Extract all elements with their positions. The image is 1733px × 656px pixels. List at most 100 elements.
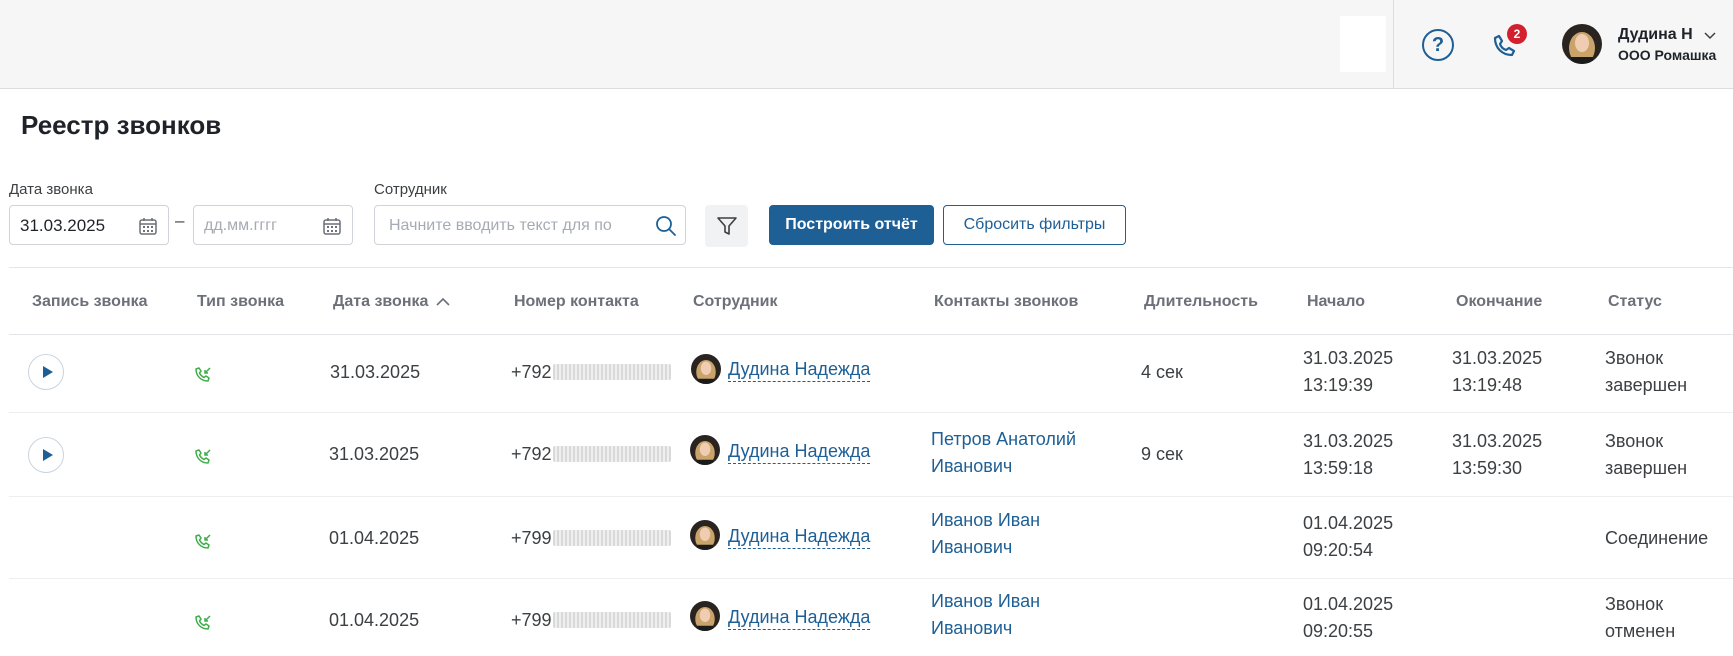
call-start: 01.04.2025 09:20:54 — [1303, 510, 1393, 564]
call-start: 31.03.2025 13:59:18 — [1303, 428, 1393, 482]
column-header-end: Окончание — [1456, 293, 1543, 310]
call-status: Звонок завершен — [1605, 428, 1687, 482]
date-to-input[interactable]: дд.мм.гггг — [193, 205, 353, 245]
page-title: Реестр звонков — [21, 110, 222, 140]
table-row: 31.03.2025 +792 Дудина Надежда 4 сек 31.… — [9, 335, 1733, 413]
play-recording-button[interactable] — [28, 354, 64, 390]
reset-filters-button[interactable]: Сбросить фильтры — [943, 205, 1126, 245]
contact-number-prefix: +792 — [511, 444, 552, 464]
column-header-duration: Длительность — [1144, 293, 1258, 310]
play-recording-button[interactable] — [28, 437, 64, 473]
table-row: 01.04.2025 +799 Дудина Надежда Иванов Ив… — [9, 497, 1733, 579]
user-organization: ООО Ромашка — [1618, 47, 1717, 63]
user-name[interactable]: Дудина Н — [1618, 26, 1693, 44]
call-end-time: 13:59:30 — [1452, 458, 1523, 478]
call-start-time: 09:20:54 — [1303, 540, 1374, 560]
header-divider — [1393, 0, 1394, 88]
call-contact-line1: Иванов Иван — [931, 510, 1041, 530]
call-status-line1: Звонок — [1605, 594, 1664, 614]
call-contact-link[interactable]: Иванов Иван Иванович — [931, 507, 1040, 561]
date-to-placeholder: дд.мм.гггг — [204, 217, 277, 234]
header-blank-area — [1340, 16, 1386, 72]
employee-avatar — [690, 435, 720, 465]
call-contact-line2: Иванович — [931, 537, 1013, 557]
build-report-button[interactable]: Построить отчёт — [769, 205, 934, 245]
chevron-down-icon[interactable] — [1704, 31, 1716, 41]
column-header-call-type: Тип звонка — [197, 293, 285, 310]
call-date: 01.04.2025 — [329, 610, 420, 630]
column-header-call-date[interactable]: Дата звонка — [333, 293, 450, 311]
call-contact-link[interactable]: Иванов Иван Иванович — [931, 588, 1040, 642]
notification-badge: 2 — [1507, 24, 1527, 44]
call-contact-line2: Иванович — [931, 456, 1013, 476]
employee-search-placeholder: Начните вводить текст для по — [389, 217, 612, 234]
call-start-time: 13:19:39 — [1303, 375, 1374, 395]
date-filter-label: Дата звонка — [9, 181, 93, 198]
call-status: Соединение — [1605, 528, 1709, 548]
call-status: Звонок отменен — [1605, 591, 1675, 645]
call-status: Звонок завершен — [1605, 345, 1687, 399]
call-date: 01.04.2025 — [329, 528, 420, 548]
column-header-call-contacts: Контакты звонков — [934, 293, 1079, 310]
funnel-icon — [717, 217, 737, 235]
table-row: 01.04.2025 +799 Дудина Надежда Иванов Ив… — [9, 579, 1733, 656]
call-contact-line2: Иванович — [931, 618, 1013, 638]
column-header-contact-number: Номер контакта — [514, 293, 639, 310]
call-status-line1: Звонок — [1605, 348, 1664, 368]
contact-number: +799 — [511, 525, 671, 552]
employee-avatar — [690, 520, 720, 550]
date-from-input[interactable]: 31.03.2025 — [9, 205, 169, 245]
employee-link[interactable]: Дудина Надежда — [728, 524, 871, 549]
contact-number-prefix: +799 — [511, 610, 552, 630]
call-date: 31.03.2025 — [329, 444, 420, 464]
masked-digits — [552, 364, 671, 380]
table-top-divider — [9, 267, 1733, 268]
call-start-date: 01.04.2025 — [1303, 594, 1394, 614]
call-end: 31.03.2025 13:59:30 — [1452, 428, 1542, 482]
play-icon — [43, 366, 53, 378]
employee-avatar — [690, 601, 720, 631]
contact-number: +799 — [511, 607, 671, 634]
contact-number: +792 — [511, 359, 671, 386]
help-button[interactable]: ? — [1422, 29, 1454, 61]
contact-number-prefix: +799 — [511, 528, 552, 548]
calendar-icon[interactable] — [322, 216, 342, 236]
employee-filter-label: Сотрудник — [374, 181, 447, 198]
column-header-recording: Запись звонка — [32, 293, 148, 310]
employee-link[interactable]: Дудина Надежда — [728, 605, 871, 630]
incoming-call-icon — [195, 367, 211, 382]
play-icon — [43, 449, 53, 461]
call-contact-line1: Иванов Иван — [931, 591, 1041, 611]
employee-avatar — [691, 354, 721, 384]
call-status-line1: Звонок — [1605, 431, 1664, 451]
call-start-date: 31.03.2025 — [1303, 431, 1394, 451]
call-start: 31.03.2025 13:19:39 — [1303, 345, 1393, 399]
masked-digits — [552, 530, 671, 546]
calendar-icon[interactable] — [138, 216, 158, 236]
call-status-line2: отменен — [1605, 621, 1676, 641]
employee-link[interactable]: Дудина Надежда — [728, 439, 871, 464]
masked-digits — [552, 446, 671, 462]
question-circle-icon: ? — [1431, 34, 1445, 56]
column-header-status: Статус — [1608, 293, 1662, 310]
sort-asc-icon — [436, 297, 450, 306]
call-start-date: 31.03.2025 — [1303, 348, 1394, 368]
avatar[interactable] — [1562, 24, 1602, 64]
contact-number-prefix: +792 — [511, 362, 552, 382]
table-row: 31.03.2025 +792 Дудина Надежда Петров Ан… — [9, 413, 1733, 497]
date-range-separator: – — [175, 211, 185, 230]
masked-digits — [552, 612, 671, 628]
date-from-value: 31.03.2025 — [20, 216, 106, 235]
call-end-date: 31.03.2025 — [1452, 431, 1543, 451]
employee-search-input[interactable]: Начните вводить текст для по — [374, 205, 686, 245]
call-status-line2: завершен — [1605, 458, 1688, 478]
call-duration: 9 сек — [1141, 444, 1183, 464]
call-contact-link[interactable]: Петров Анатолий Иванович — [931, 426, 1076, 480]
contact-number: +792 — [511, 441, 671, 468]
search-icon[interactable] — [655, 215, 677, 237]
advanced-filter-button[interactable] — [705, 205, 748, 247]
employee-link[interactable]: Дудина Надежда — [728, 357, 871, 382]
call-start-time: 13:59:18 — [1303, 458, 1374, 478]
call-start-date: 01.04.2025 — [1303, 513, 1394, 533]
column-header-call-date-label: Дата звонка — [333, 293, 429, 310]
